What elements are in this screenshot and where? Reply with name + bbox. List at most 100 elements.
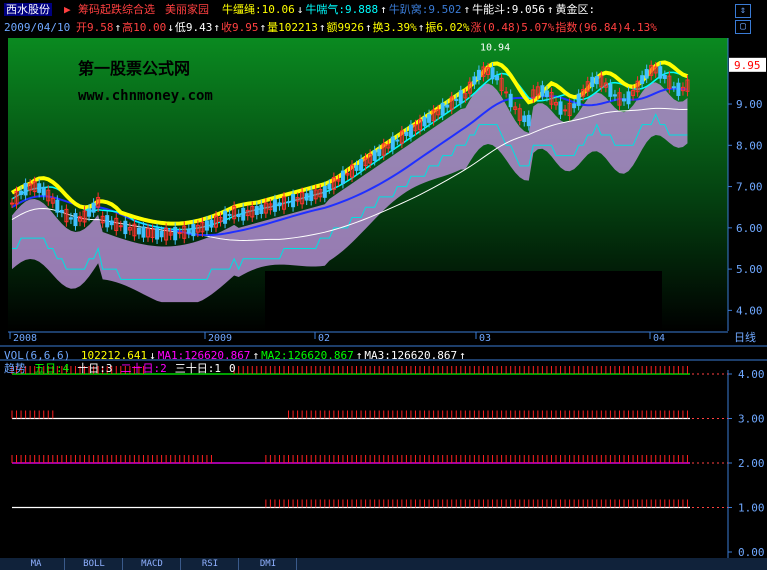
volume-field: VOL(6,6,6): [4, 349, 71, 362]
candle-body: [354, 165, 359, 171]
candle-body: [177, 232, 182, 235]
candle-body: [458, 90, 463, 104]
quote-field: 指数(96.84)4.13%: [555, 21, 657, 34]
quote-field: 涨(0.48)5.07%: [470, 21, 555, 34]
price-tick-label: 7.00: [736, 181, 763, 194]
volume-field: 102212.641: [80, 349, 148, 362]
candle-body: [159, 230, 164, 238]
scroll-updown-icon[interactable]: ⇕: [735, 4, 751, 18]
quote-date: 2009/04/10: [4, 21, 71, 34]
candle-body: [662, 74, 667, 79]
stock-name[interactable]: 西水股份: [4, 3, 52, 16]
candle-body: [495, 75, 500, 81]
candle-body: [508, 93, 513, 108]
candle-body: [173, 226, 178, 241]
indicator-arrow-icon: ▶: [64, 3, 71, 16]
candle-body: [359, 159, 364, 171]
candle-body: [241, 207, 246, 221]
candle-body: [87, 208, 92, 217]
candle-body: [236, 213, 241, 218]
up-arrow-icon: ↑: [259, 21, 267, 34]
candle-body: [558, 101, 563, 115]
candle-body: [522, 115, 527, 123]
candle-body: [309, 190, 314, 201]
up-arrow-icon: ↑: [318, 21, 326, 34]
up-arrow-icon: ↑: [252, 349, 260, 362]
candle-body: [372, 150, 377, 162]
tab-rsi[interactable]: RSI: [182, 558, 239, 570]
up-arrow-icon: ↑: [417, 21, 425, 34]
indicator-labels: 牛缰绳:10.06 ↓ 牛喘气:9.888 ↑ 牛趴窝:9.502 ↑ 牛能斗:9.056 ↑…: [222, 3, 597, 16]
candle-body: [408, 124, 413, 138]
candle-body: [254, 206, 259, 215]
candle-body: [68, 217, 73, 220]
volume-field: MA1:126620.867: [157, 349, 251, 362]
indicator-label: 牛喘气:9.888: [305, 3, 379, 16]
candle-body: [476, 69, 481, 81]
candle-body: [422, 116, 427, 127]
candle-body: [286, 201, 291, 204]
candle-body: [59, 209, 64, 213]
time-tick-label: 2008: [13, 333, 37, 344]
time-tick-label: 2009: [208, 333, 232, 344]
tab-macd[interactable]: MACD: [124, 558, 181, 570]
price-tick-label: 9.00: [736, 98, 763, 111]
watermark-title: 第一股票公式网: [78, 59, 190, 78]
indicator-label: 牛趴窝:9.502: [388, 3, 462, 16]
candle-body: [322, 186, 327, 198]
candle-body: [377, 148, 382, 157]
stock-chart-window: 西水股份 ▶ 筹码起跌综合选 美丽家园 牛缰绳:10.06 ↓ 牛喘气:9.888 ↑…: [0, 0, 767, 570]
candle-body: [136, 227, 141, 235]
down-arrow-icon: ↓: [167, 21, 174, 34]
volume-field: MA2:126620.867: [261, 349, 354, 362]
up-arrow-icon: ↑: [365, 21, 372, 34]
candle-body: [676, 82, 681, 96]
candle-body: [427, 114, 432, 123]
tab-boll[interactable]: BOLL: [66, 558, 123, 570]
up-arrow-icon: ↑: [546, 3, 554, 16]
candle-body: [227, 213, 232, 216]
candle-body: [327, 183, 332, 190]
candle-body: [576, 93, 581, 106]
tab-dmi[interactable]: DMI: [240, 558, 297, 570]
indicator-label: 黄金区:: [555, 3, 596, 16]
theme-name: 美丽家园: [165, 3, 209, 16]
candle-body: [10, 202, 14, 205]
quote-field: 换3.39%: [372, 21, 417, 34]
candle-body: [340, 170, 345, 184]
candle-body: [612, 94, 617, 97]
quote-field: 收9.95: [221, 21, 259, 34]
indicator-label: 牛能斗:9.056: [472, 3, 545, 16]
trend-tick-label: 2.00: [738, 457, 765, 470]
trend-tick-label: 3.00: [738, 413, 765, 426]
candle-body: [118, 225, 123, 228]
window-icon[interactable]: ▢: [735, 20, 751, 34]
price-tick-label: 5.00: [736, 263, 763, 276]
candle-body: [622, 98, 626, 102]
tab-ma[interactable]: MA: [8, 558, 65, 570]
candle-body: [91, 202, 96, 213]
candle-body: [658, 66, 663, 79]
main-chart: 9.00 8.00 7.00 6.00 5.00 4.00 9.95 第一股票公式网 www.c…: [0, 38, 767, 558]
time-tick-label: 02: [318, 333, 330, 344]
header: 西水股份 ▶ 筹码起跌综合选 美丽家园 牛缰绳:10.06 ↓ 牛喘气:9.888 ↑…: [0, 0, 767, 38]
up-arrow-icon: ↑: [380, 3, 387, 16]
quote-field: 低9.43: [174, 21, 213, 34]
time-tick-label: 03: [479, 333, 491, 344]
price-tick-label: 4.00: [736, 304, 763, 317]
volume-info: VOL(6,6,6) 102212.641 ↓ MA1:126620.867 ↑ MA2…: [4, 349, 468, 362]
candle-body: [390, 136, 395, 150]
candle-body: [540, 85, 545, 97]
candle-body: [472, 76, 477, 85]
indicator-tab-bar: MA BOLL MACD RSI DMI: [0, 558, 767, 570]
indicator-name[interactable]: 筹码起跌综合选: [78, 3, 155, 16]
down-arrow-icon: ↓: [149, 349, 156, 362]
candle-body: [155, 228, 160, 240]
candle-body: [109, 220, 114, 226]
trend-item: 0: [229, 362, 236, 375]
trend-item: 十日:3: [77, 362, 113, 375]
up-arrow-icon: ↑: [355, 349, 363, 362]
candle-body: [191, 224, 196, 237]
quote-field: 额9926: [326, 21, 365, 34]
candle-body: [204, 220, 209, 231]
